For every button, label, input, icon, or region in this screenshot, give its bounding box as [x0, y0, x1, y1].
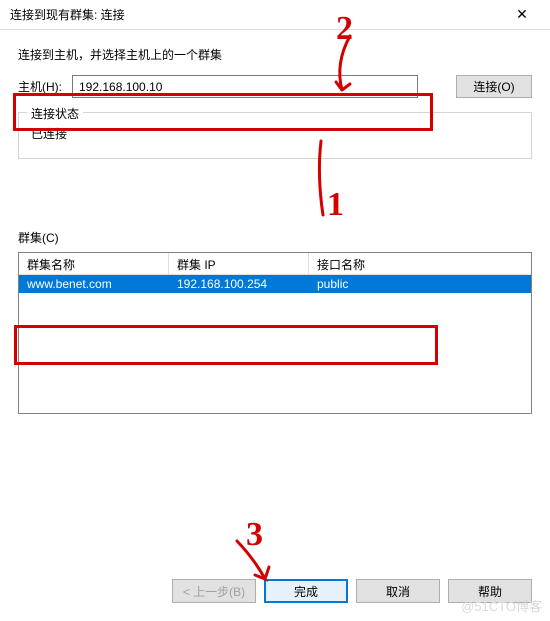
status-text: 已连接 [29, 125, 521, 142]
watermark: @51CTO博客 [461, 596, 542, 615]
close-icon[interactable]: ✕ [502, 1, 542, 29]
connection-status-group: 连接状态 已连接 [18, 112, 532, 159]
host-row: 主机(H): 连接(O) [18, 75, 532, 98]
cell-cluster-ip: 192.168.100.254 [169, 277, 309, 291]
column-header-name[interactable]: 群集名称 [19, 253, 169, 274]
cluster-table[interactable]: 群集名称 群集 IP 接口名称 www.benet.com 192.168.10… [18, 252, 532, 414]
instruction-text: 连接到主机，并选择主机上的一个群集 [18, 46, 532, 63]
host-input[interactable] [72, 75, 418, 98]
dialog-content: 连接到主机，并选择主机上的一个群集 主机(H): 连接(O) 连接状态 已连接 … [0, 30, 550, 414]
cancel-button[interactable]: 取消 [356, 579, 440, 603]
cell-interface: public [309, 277, 429, 291]
back-button: < 上一步(B) [172, 579, 256, 603]
table-header: 群集名称 群集 IP 接口名称 [19, 253, 531, 275]
host-label: 主机(H): [18, 78, 62, 95]
table-row[interactable]: www.benet.com 192.168.100.254 public [19, 275, 531, 293]
cluster-label: 群集(C) [18, 229, 532, 246]
column-header-interface[interactable]: 接口名称 [309, 253, 531, 274]
column-header-ip[interactable]: 群集 IP [169, 253, 309, 274]
annotation-number-3: 3 [246, 516, 263, 554]
window-title: 连接到现有群集: 连接 [10, 6, 125, 23]
status-group-title: 连接状态 [27, 105, 83, 122]
cell-cluster-name: www.benet.com [19, 277, 169, 291]
window-titlebar: 连接到现有群集: 连接 ✕ [0, 0, 550, 30]
connect-button[interactable]: 连接(O) [456, 75, 532, 98]
finish-button[interactable]: 完成 [264, 579, 348, 603]
